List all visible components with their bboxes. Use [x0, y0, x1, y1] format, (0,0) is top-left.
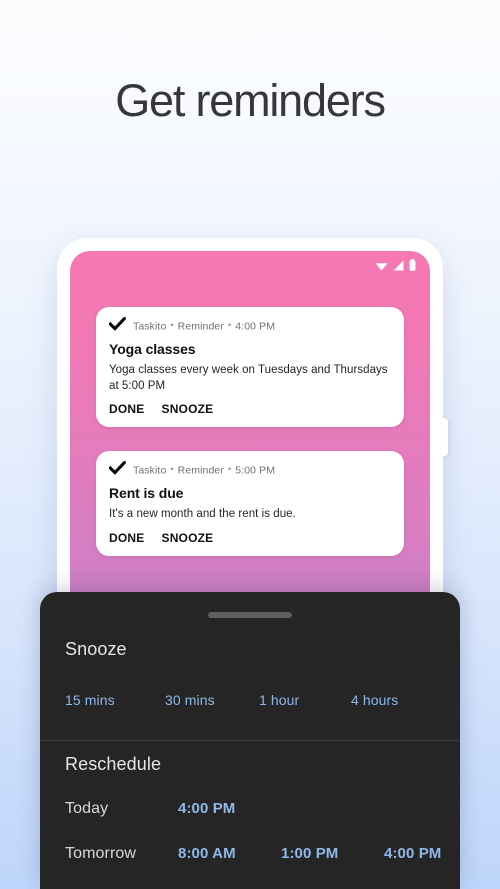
reschedule-section-title: Reschedule [65, 754, 162, 774]
drag-handle[interactable] [208, 612, 292, 618]
snooze-button[interactable]: SNOOZE [161, 531, 213, 545]
snooze-option-4-hours[interactable]: 4 hours [351, 692, 398, 708]
reschedule-times: 4:00 PM [178, 800, 235, 817]
notification-title: Rent is due [109, 485, 184, 501]
done-button[interactable]: DONE [109, 531, 144, 545]
reschedule-time-tomorrow-2[interactable]: 1:00 PM [281, 845, 384, 862]
snooze-section-title: Snooze [65, 639, 127, 659]
reschedule-time-tomorrow-1[interactable]: 8:00 AM [178, 845, 281, 862]
notification-app: Taskito [133, 320, 167, 333]
snooze-bottom-sheet: Snooze 15 mins 30 mins 1 hour 4 hours Re… [40, 592, 460, 889]
notification-channel: Reminder [177, 464, 224, 477]
done-button[interactable]: DONE [109, 402, 144, 416]
reschedule-row-today: Today 4:00 PM [65, 800, 455, 818]
reschedule-row-tomorrow: Tomorrow 8:00 AM 1:00 PM 4:00 PM [65, 845, 455, 863]
notification-card[interactable]: Taskito • Reminder • 4:00 PM Yoga classes Yo… [96, 307, 404, 427]
reschedule-label: Tomorrow [65, 845, 137, 862]
notification-time: 4:00 PM [235, 320, 276, 333]
meta-separator: • [227, 320, 232, 331]
section-divider [40, 740, 460, 741]
status-bar [375, 259, 416, 276]
page-title: Get reminders [115, 75, 386, 126]
notification-meta: Taskito • Reminder • 5:00 PM [133, 464, 275, 477]
signal-icon [393, 258, 404, 276]
reschedule-time-today-1[interactable]: 4:00 PM [178, 800, 235, 817]
battery-icon [409, 258, 416, 276]
notification-title: Yoga classes [109, 341, 196, 357]
meta-separator: • [227, 464, 232, 475]
reschedule-times: 8:00 AM 1:00 PM 4:00 PM [178, 845, 441, 862]
check-icon [108, 460, 127, 480]
check-icon [108, 316, 127, 336]
notification-body: It's a new month and the rent is due. [109, 508, 296, 520]
snooze-option-15-mins[interactable]: 15 mins [65, 692, 165, 708]
notification-channel: Reminder [177, 320, 224, 333]
notification-header: Taskito • Reminder • 4:00 PM [108, 316, 391, 336]
snooze-button[interactable]: SNOOZE [161, 402, 213, 416]
meta-separator: • [170, 320, 174, 331]
notification-app: Taskito [133, 464, 167, 477]
notification-header: Taskito • Reminder • 5:00 PM [108, 460, 391, 480]
notification-actions: DONE SNOOZE [109, 402, 391, 416]
phone-side-button[interactable] [441, 418, 448, 456]
notification-meta: Taskito • Reminder • 4:00 PM [133, 320, 275, 333]
reschedule-label: Today [65, 800, 109, 817]
notification-card[interactable]: Taskito • Reminder • 5:00 PM Rent is due It'… [96, 451, 404, 556]
meta-separator: • [170, 464, 174, 475]
snooze-options-row: 15 mins 30 mins 1 hour 4 hours [65, 692, 435, 708]
reschedule-time-tomorrow-3[interactable]: 4:00 PM [384, 845, 441, 862]
notification-actions: DONE SNOOZE [109, 531, 391, 545]
snooze-option-30-mins[interactable]: 30 mins [165, 692, 259, 708]
snooze-option-1-hour[interactable]: 1 hour [259, 692, 351, 708]
wifi-icon [375, 258, 388, 276]
notification-time: 5:00 PM [235, 464, 276, 477]
notification-body: Yoga classes every week on Tuesdays and … [109, 364, 388, 392]
